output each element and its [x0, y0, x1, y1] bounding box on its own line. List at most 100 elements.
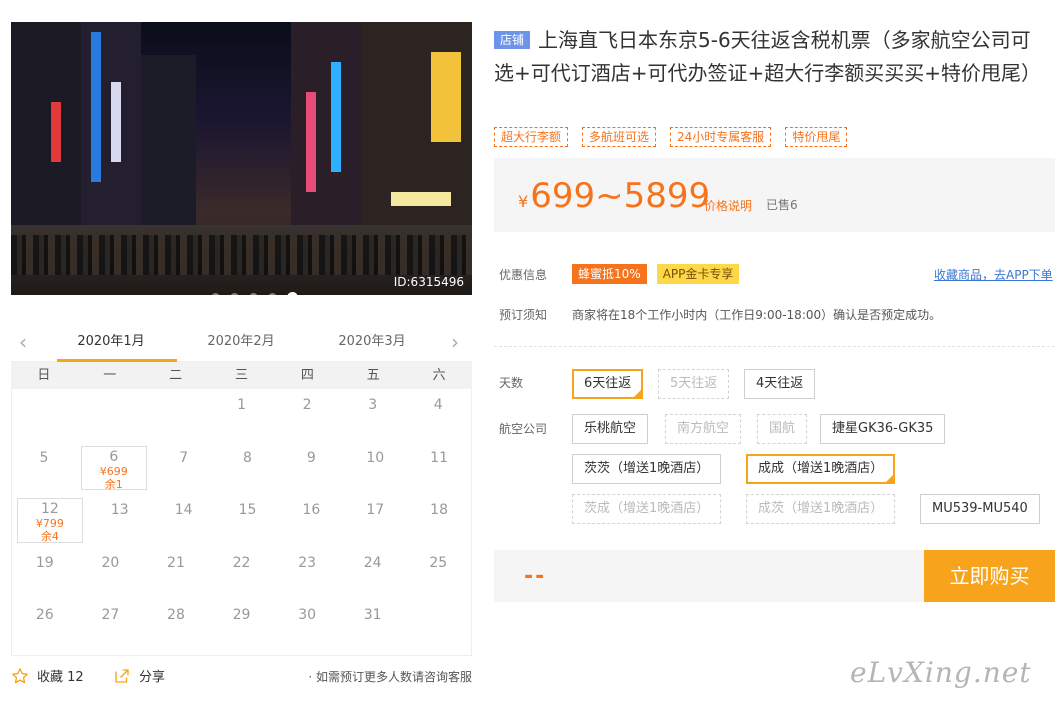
booking-notice-text: 商家将在18个工作小时内（工作日9:00-18:00）确认是否预定成功。 — [572, 308, 942, 322]
calendar-day — [405, 599, 471, 652]
tab-month-2[interactable]: 2020年2月 — [191, 330, 291, 349]
app-gold-card-badge: APP金卡专享 — [656, 264, 740, 284]
day-stock: 余1 — [104, 477, 123, 491]
gallery-dot[interactable] — [211, 293, 220, 295]
days-label: 天数 — [499, 376, 524, 390]
favorite-app-link[interactable]: 收藏商品，去APP下单 — [934, 266, 1053, 283]
quantity-display: -- — [524, 564, 547, 589]
day-number: 1 — [237, 397, 246, 413]
calendar-weekday-header: 日一二三四五六 — [11, 362, 472, 389]
day-number: 27 — [101, 607, 120, 623]
calendar-day: 29 — [209, 599, 275, 652]
calendar-day: 14 — [152, 494, 216, 547]
calendar-day: 5 — [12, 442, 76, 495]
product-title-block: 店铺 上海直飞日本东京5-6天往返含税机票（多家航空公司可选+可代订酒店+可代办签… — [494, 24, 1050, 90]
shop-badge[interactable]: 店铺 — [494, 31, 531, 49]
day-price: ¥699 — [99, 464, 128, 478]
option-airline-cicheng-hotel[interactable]: 茨成（增送1晚酒店） — [572, 494, 722, 524]
day-number: 4 — [433, 397, 443, 413]
gallery-dot[interactable] — [230, 293, 239, 295]
calendar-day: 3 — [340, 389, 406, 442]
calendar-day: 24 — [340, 547, 406, 600]
calendar-week-row: 19 20 21 22 23 24 25 — [12, 547, 471, 600]
day-number: 20 — [101, 554, 120, 571]
chevron-right-icon[interactable]: › — [451, 330, 459, 354]
option-airline-chengci-hotel[interactable]: 成茨（增送1晚酒店） — [746, 494, 896, 524]
calendar-day: 31 — [340, 599, 406, 652]
calendar-grid: 1 2 3 4 5 6 ¥699 余1 7 8 9 10 11 12 ¥799 余4 13 14 15 16 17 18 1… — [11, 389, 472, 656]
price-explanation-link[interactable]: 价格说明 — [704, 197, 752, 214]
calendar-day: 23 — [274, 547, 340, 600]
promotion-badges: 蜂蜜抵10% APP金卡专享 — [572, 264, 740, 284]
day-number: 22 — [232, 554, 251, 571]
calendar-week-row: 5 6 ¥699 余1 7 8 9 10 11 — [12, 442, 471, 495]
section-divider — [494, 346, 1055, 347]
purchase-bar: -- 立即购买 — [494, 550, 1055, 602]
calendar-day: 15 — [216, 494, 280, 547]
favorite-button[interactable]: 收藏 12 — [11, 666, 84, 685]
gallery-dot[interactable] — [249, 293, 258, 295]
calendar-day: 20 — [78, 547, 144, 600]
calendar-month-tabs: ‹ 2020年1月 2020年2月 2020年3月 › — [11, 322, 472, 362]
product-actions: 收藏 12 分享 · 如需预订更多人数请咨询客服 — [11, 666, 472, 686]
promotion-label: 优惠信息 — [499, 268, 548, 282]
day-number: 10 — [366, 449, 385, 466]
calendar-day-available[interactable]: 6 ¥699 余1 — [80, 445, 147, 491]
calendar-week-row: 12 ¥799 余4 13 14 15 16 17 18 — [12, 494, 471, 547]
tab-month-3[interactable]: 2020年3月 — [322, 330, 422, 349]
currency-symbol: ¥ — [518, 192, 529, 211]
calendar-day: 4 — [405, 389, 471, 442]
option-airline-peach[interactable]: 乐桃航空 — [572, 414, 649, 444]
product-title: 上海直飞日本东京5-6天往返含税机票（多家航空公司可选+可代订酒店+可代办签证+… — [494, 28, 1042, 85]
option-days-6[interactable]: 6天往返 — [572, 369, 644, 399]
product-image-gallery[interactable]: ID:6315496 — [11, 22, 472, 295]
feature-tag: 多航班可选 — [582, 127, 657, 147]
share-label: 分享 — [139, 670, 166, 685]
weekday-label: 六 — [432, 368, 446, 383]
calendar-day: 27 — [78, 599, 144, 652]
price-value: 699~5899 — [530, 176, 711, 216]
calendar-day: 10 — [343, 442, 407, 495]
day-number: 16 — [302, 502, 321, 518]
day-number: 21 — [167, 554, 185, 571]
day-number: 5 — [39, 449, 49, 466]
weekday-label: 日 — [37, 368, 51, 383]
calendar-day: 13 — [88, 494, 152, 547]
calendar-day: 1 — [209, 389, 275, 442]
calendar-day: 8 — [216, 442, 280, 495]
day-number: 11 — [430, 449, 448, 466]
calendar-day: 25 — [405, 547, 471, 600]
day-number: 15 — [238, 502, 257, 518]
day-number: 14 — [174, 502, 193, 518]
option-days-4[interactable]: 4天往返 — [744, 369, 816, 399]
option-airline-mu539[interactable]: MU539-MU540 — [920, 494, 1040, 524]
feature-tags: 超大行李额 多航班可选 24小时专属客服 特价甩尾 — [494, 127, 848, 147]
group-booking-note: · 如需预订更多人数请咨询客服 — [308, 670, 472, 684]
gallery-dot-active[interactable] — [287, 292, 298, 295]
calendar-day: 22 — [209, 547, 275, 600]
calendar-day: 21 — [143, 547, 209, 600]
option-airline-cici-hotel[interactable]: 茨茨（增送1晚酒店） — [572, 454, 722, 484]
option-days-5[interactable]: 5天往返 — [658, 369, 730, 399]
option-airline-air-china[interactable]: 国航 — [757, 414, 808, 444]
calendar-day-available[interactable]: 12 ¥799 余4 — [17, 498, 83, 543]
day-number: 29 — [232, 607, 251, 623]
day-number: 19 — [35, 554, 54, 571]
option-airline-jetstar[interactable]: 捷星GK36-GK35 — [820, 414, 946, 444]
calendar-day: 26 — [12, 599, 78, 652]
option-airline-china-southern[interactable]: 南方航空 — [665, 414, 742, 444]
image-id-label: ID:6315496 — [393, 275, 464, 289]
gallery-dot[interactable] — [268, 293, 277, 295]
tab-month-1[interactable]: 2020年1月 — [57, 330, 177, 362]
day-number: 17 — [366, 502, 385, 518]
day-number: 26 — [35, 607, 54, 623]
buy-now-button[interactable]: 立即购买 — [924, 550, 1055, 602]
calendar-day: 9 — [279, 442, 343, 495]
day-number: 6 — [109, 448, 119, 465]
option-airline-chengcheng-hotel[interactable]: 成成（增送1晚酒店） — [746, 454, 896, 484]
weekday-label: 三 — [235, 368, 249, 383]
calendar-day — [78, 389, 144, 442]
share-button[interactable]: 分享 — [113, 666, 165, 685]
chevron-left-icon[interactable]: ‹ — [19, 330, 27, 354]
calendar-day: 30 — [274, 599, 340, 652]
